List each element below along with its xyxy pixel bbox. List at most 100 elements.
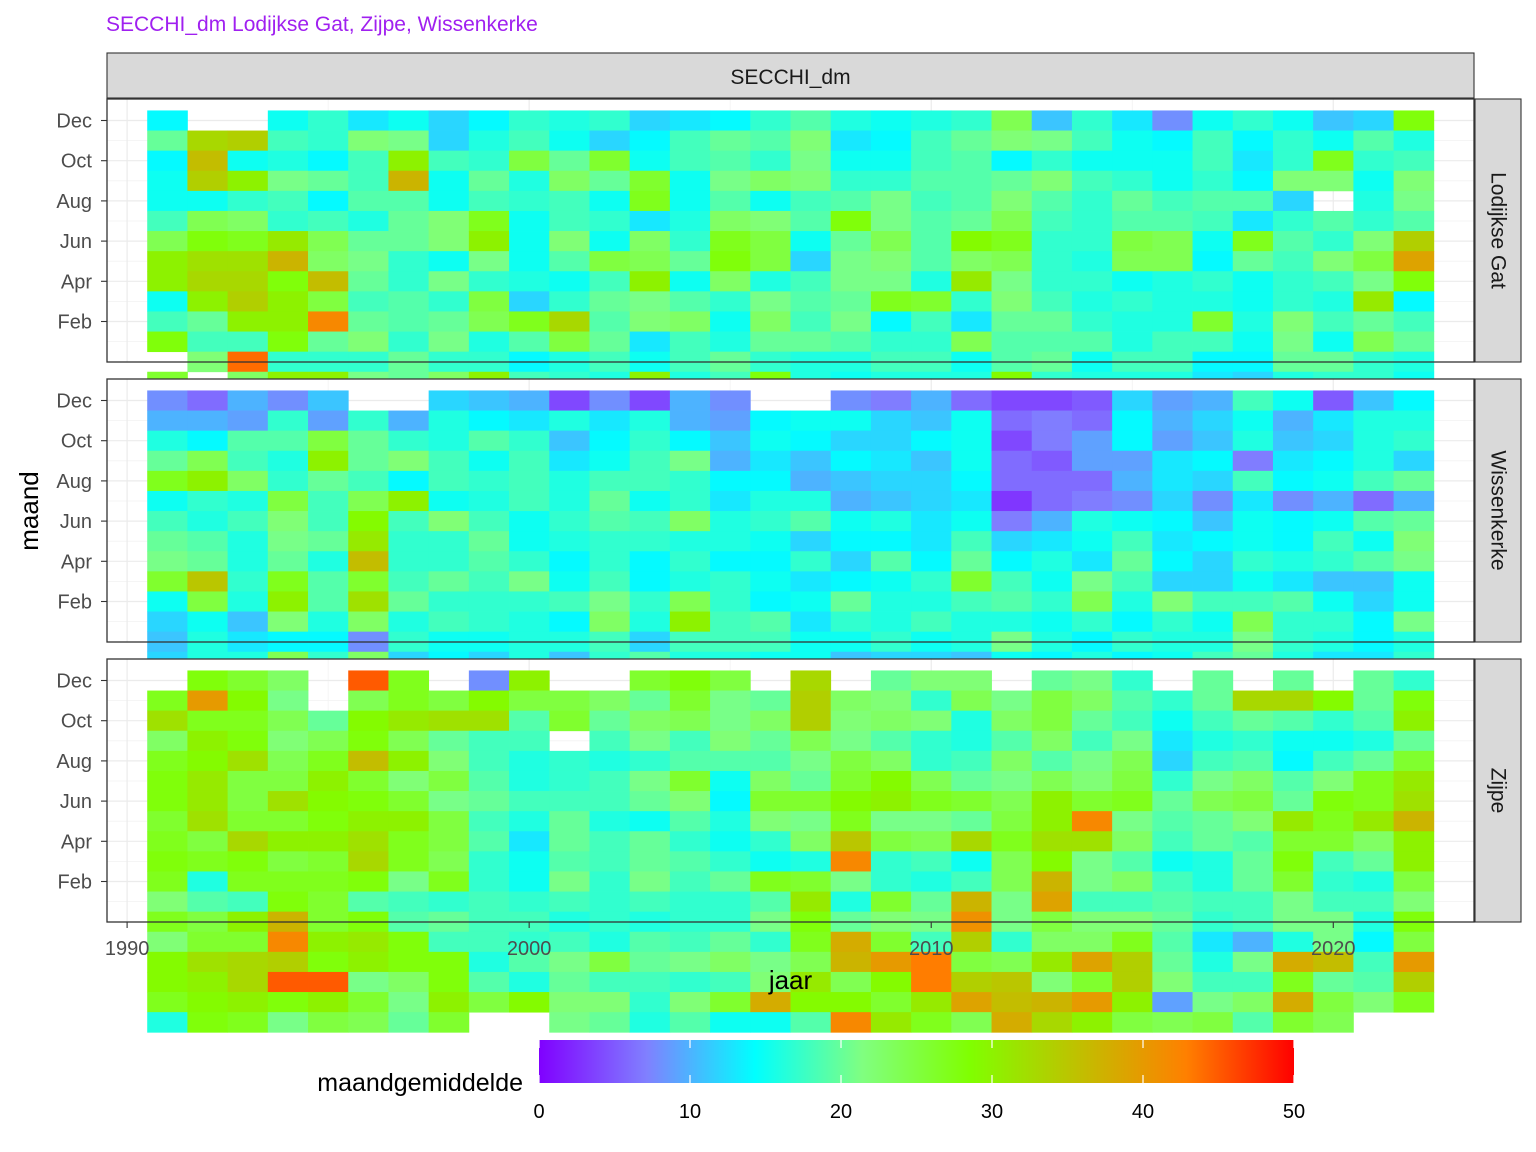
heatmap-cell <box>348 311 389 332</box>
heatmap-cell <box>870 410 912 432</box>
heatmap-cell <box>1112 951 1153 973</box>
heatmap-cell <box>629 430 671 452</box>
heatmap-cell <box>790 992 832 1013</box>
heatmap-cell <box>1232 690 1274 712</box>
heatmap-cell <box>1272 971 1314 993</box>
heatmap-cell <box>227 251 269 272</box>
heatmap-cell <box>1232 831 1274 852</box>
heatmap-cell <box>629 390 671 411</box>
heatmap-cell <box>348 992 389 1013</box>
heatmap-cell <box>629 871 671 892</box>
heatmap-cell <box>1393 811 1435 832</box>
heatmap-cell <box>790 410 832 432</box>
heatmap-cell <box>991 390 1033 411</box>
heatmap-cell <box>388 851 430 872</box>
heatmap-cell <box>1071 150 1113 172</box>
heatmap-cell <box>830 331 872 353</box>
heatmap-cell <box>669 150 711 172</box>
heatmap-cell <box>1272 992 1314 1013</box>
heatmap-cell <box>951 992 992 1013</box>
heatmap-cell <box>308 130 349 152</box>
heatmap-cell <box>509 271 550 292</box>
heatmap-cell <box>1393 871 1435 892</box>
heatmap-cell <box>1313 571 1354 592</box>
heatmap-cell <box>830 571 872 592</box>
heatmap-cell <box>1393 750 1435 772</box>
heatmap-cell <box>468 390 510 411</box>
heatmap-cell <box>1393 992 1435 1013</box>
heatmap-cell <box>870 971 912 993</box>
heatmap-cell <box>750 891 791 913</box>
heatmap-cell <box>830 390 872 411</box>
heatmap-cell <box>348 331 389 353</box>
heatmap-cell <box>549 690 590 712</box>
heatmap-cell <box>870 130 912 152</box>
heatmap-cell <box>710 951 751 973</box>
heatmap-cell <box>187 190 229 212</box>
heatmap-cell <box>870 571 912 592</box>
heatmap-cell <box>911 311 952 332</box>
heatmap-cell <box>227 611 269 633</box>
heatmap-cell <box>1031 730 1073 752</box>
heatmap-cell <box>1272 150 1314 172</box>
heatmap-cell <box>589 791 631 812</box>
heatmap-cell <box>669 891 711 913</box>
heatmap-cell <box>629 710 671 732</box>
heatmap-cell <box>1353 710 1394 732</box>
heatmap-cell <box>509 150 550 172</box>
heatmap-cell <box>710 730 751 752</box>
heatmap-cell <box>790 490 832 512</box>
heatmap-cell <box>468 231 510 252</box>
heatmap-cell <box>1152 531 1193 552</box>
heatmap-cell <box>348 531 389 552</box>
heatmap-cell <box>308 170 349 192</box>
heatmap-cell <box>187 410 229 432</box>
heatmap-cell <box>911 871 952 892</box>
heatmap-cell <box>1272 750 1314 772</box>
heatmap-cell <box>348 170 389 192</box>
heatmap-cell <box>428 110 470 131</box>
heatmap-cell <box>147 331 188 353</box>
heatmap-cell <box>991 931 1033 953</box>
heatmap-cell <box>750 611 791 633</box>
color-legend: maandgemiddelde 0 10 20 30 40 50 <box>317 1040 1305 1123</box>
heatmap-cell <box>1031 231 1073 252</box>
heatmap-cell <box>388 130 430 152</box>
heatmap-cell <box>549 871 590 892</box>
heatmap-cell <box>790 331 832 353</box>
heatmap-cell <box>348 690 389 712</box>
heatmap-cell <box>1152 150 1193 172</box>
heatmap-cell <box>1112 710 1153 732</box>
colorbar <box>539 1040 1294 1083</box>
heatmap-cell <box>227 271 269 292</box>
heatmap-cell <box>428 251 470 272</box>
heatmap-cell <box>1353 951 1394 973</box>
heatmap-cell <box>911 811 952 832</box>
heatmap-cell <box>1313 831 1354 852</box>
heatmap-cell <box>1031 511 1073 532</box>
heatmap-cell <box>911 110 952 131</box>
heatmap-cell <box>1192 992 1234 1013</box>
heatmap-cell <box>1112 611 1153 633</box>
heatmap-cell <box>428 551 470 572</box>
heatmap-cell <box>589 971 631 993</box>
heatmap-cell <box>1232 951 1274 973</box>
heatmap-cell <box>991 811 1033 832</box>
heatmap-cell <box>1031 110 1073 131</box>
heatmap-cell <box>669 531 711 552</box>
heatmap-cell <box>267 450 309 472</box>
heatmap-cell <box>1232 231 1274 252</box>
heatmap-cell <box>147 951 188 973</box>
heatmap-cell <box>710 710 751 732</box>
heatmap-cell <box>308 150 349 172</box>
heatmap-cell <box>790 511 832 532</box>
heatmap-cell <box>1393 430 1435 452</box>
heatmap-cell <box>629 470 671 492</box>
heatmap-cell <box>1393 931 1435 953</box>
heatmap-cell <box>629 811 671 832</box>
heatmap-cell <box>549 130 590 152</box>
heatmap-cell <box>830 750 872 772</box>
heatmap-cell <box>710 831 751 852</box>
heatmap-cell <box>830 271 872 292</box>
heatmap-cell <box>187 150 229 172</box>
